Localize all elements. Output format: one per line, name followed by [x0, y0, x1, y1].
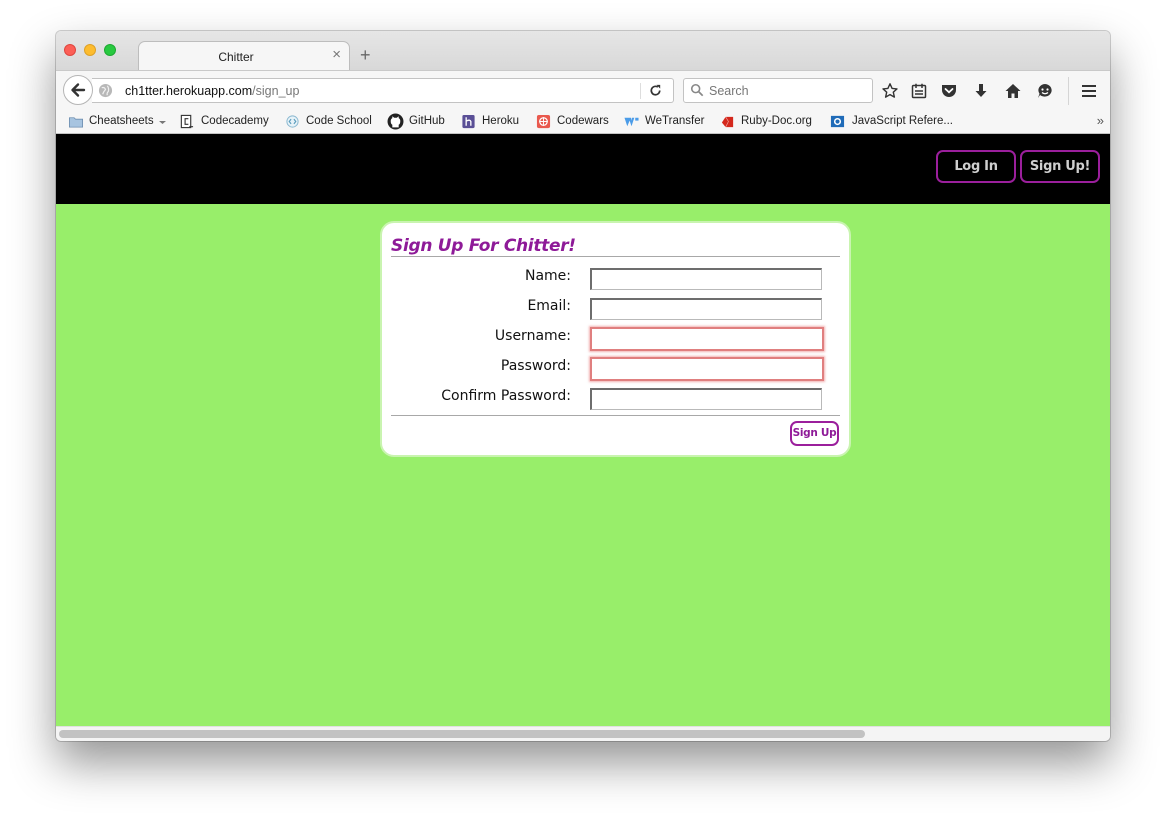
bookmark-label: Codecademy — [201, 115, 269, 127]
back-arrow-icon — [71, 83, 86, 97]
name-field[interactable] — [590, 268, 822, 290]
zoom-window-button[interactable] — [104, 44, 116, 56]
site-header: Log In Sign Up! — [56, 134, 1110, 204]
heroku-icon — [462, 114, 475, 129]
browser-window: Chitter × + ch1tter.herokuapp.com/sign_u… — [56, 31, 1110, 741]
email-field[interactable] — [590, 298, 822, 320]
folder-icon — [69, 117, 83, 128]
name-label: Name: — [524, 268, 571, 284]
back-button[interactable] — [63, 75, 93, 105]
bookmark-label: Codewars — [557, 115, 609, 127]
bookmark-label: Code School — [306, 115, 372, 127]
url-text[interactable]: ch1tter.herokuapp.com/sign_up — [125, 84, 299, 98]
form-title: Sign Up For Chitter! — [391, 236, 576, 256]
bookmark-javascript-reference[interactable]: JavaScript Refere... — [830, 113, 958, 130]
tab-strip: Chitter × + — [56, 31, 1110, 70]
bookmark-code-school[interactable]: Code School — [285, 113, 375, 130]
globe-icon — [98, 83, 113, 98]
bookmark-label: Heroku — [482, 115, 520, 127]
mdn-icon — [830, 115, 845, 128]
hello-icon[interactable] — [1036, 82, 1054, 100]
bookmark-cheatsheets[interactable]: Cheatsheets — [68, 113, 168, 130]
signup-nav-button[interactable]: Sign Up! — [1020, 150, 1100, 183]
email-label: Email: — [527, 298, 571, 314]
reload-icon[interactable] — [648, 83, 663, 98]
star-icon[interactable] — [881, 82, 899, 100]
download-icon[interactable] — [972, 82, 990, 100]
rubydoc-icon — [721, 116, 734, 128]
scrollbar-thumb[interactable] — [59, 730, 865, 738]
bookmark-codewars[interactable]: Codewars — [536, 113, 612, 130]
bookmark-label: JavaScript Refere... — [852, 115, 953, 127]
bookmark-wetransfer[interactable]: WeTransfer — [624, 113, 706, 130]
bookmark-label: Cheatsheets — [89, 115, 154, 127]
bookmark-github[interactable]: GitHub — [387, 113, 449, 130]
codewars-icon — [536, 114, 551, 129]
bookmarks-bar: Cheatsheets Codecademy Code School GitHu… — [56, 110, 1110, 134]
new-tab-button[interactable]: + — [360, 46, 371, 64]
page-viewport: Log In Sign Up! Sign Up For Chitter! Nam… — [56, 134, 1110, 726]
confirm-password-label: Confirm Password: — [441, 388, 571, 404]
tab-title: Chitter — [218, 50, 254, 64]
hamburger-menu-icon[interactable] — [1080, 82, 1098, 100]
navigation-toolbar: ch1tter.herokuapp.com/sign_up Search — [56, 70, 1110, 110]
horizontal-scrollbar[interactable] — [56, 726, 1110, 741]
password-field[interactable] — [590, 357, 824, 381]
url-host: ch1tter.herokuapp.com — [125, 84, 253, 98]
search-placeholder: Search — [709, 84, 749, 98]
url-bar[interactable]: ch1tter.herokuapp.com/sign_up — [92, 78, 674, 103]
minimize-window-button[interactable] — [84, 44, 96, 56]
wetransfer-icon — [624, 117, 639, 127]
username-label: Username: — [494, 328, 571, 344]
tab-close-icon[interactable]: × — [332, 47, 341, 63]
pocket-icon[interactable] — [940, 82, 958, 100]
codeschool-icon — [286, 115, 299, 128]
url-path: /sign_up — [252, 84, 300, 98]
bookmark-label: WeTransfer — [645, 115, 705, 127]
bookmark-label: Ruby-Doc.org — [741, 115, 812, 127]
search-icon — [690, 83, 704, 97]
signup-submit-button[interactable]: Sign Up — [790, 421, 839, 446]
close-window-button[interactable] — [64, 44, 76, 56]
bookmark-ruby-doc[interactable]: Ruby-Doc.org — [720, 113, 815, 130]
bookmark-heroku[interactable]: Heroku — [461, 113, 523, 130]
footer-divider — [391, 415, 840, 416]
bookmark-codecademy[interactable]: Codecademy — [179, 113, 271, 130]
login-button[interactable]: Log In — [936, 150, 1016, 183]
reading-list-icon[interactable] — [910, 82, 928, 100]
password-label: Password: — [500, 358, 571, 374]
search-bar[interactable]: Search — [683, 78, 873, 103]
browser-tab[interactable]: Chitter × — [138, 41, 350, 70]
confirm-password-field[interactable] — [590, 388, 822, 410]
username-field[interactable] — [590, 327, 824, 351]
bookmarks-overflow-icon[interactable]: » — [1097, 113, 1104, 128]
url-divider — [640, 83, 641, 99]
home-icon[interactable] — [1004, 82, 1022, 100]
chevron-down-icon — [159, 121, 166, 124]
github-icon — [387, 113, 404, 130]
signup-form: Sign Up For Chitter! Name: Email: Userna… — [380, 221, 851, 457]
bookmark-label: GitHub — [409, 115, 445, 127]
toolbar-divider — [1068, 77, 1069, 105]
title-divider — [391, 256, 840, 257]
codecademy-icon — [180, 114, 194, 129]
